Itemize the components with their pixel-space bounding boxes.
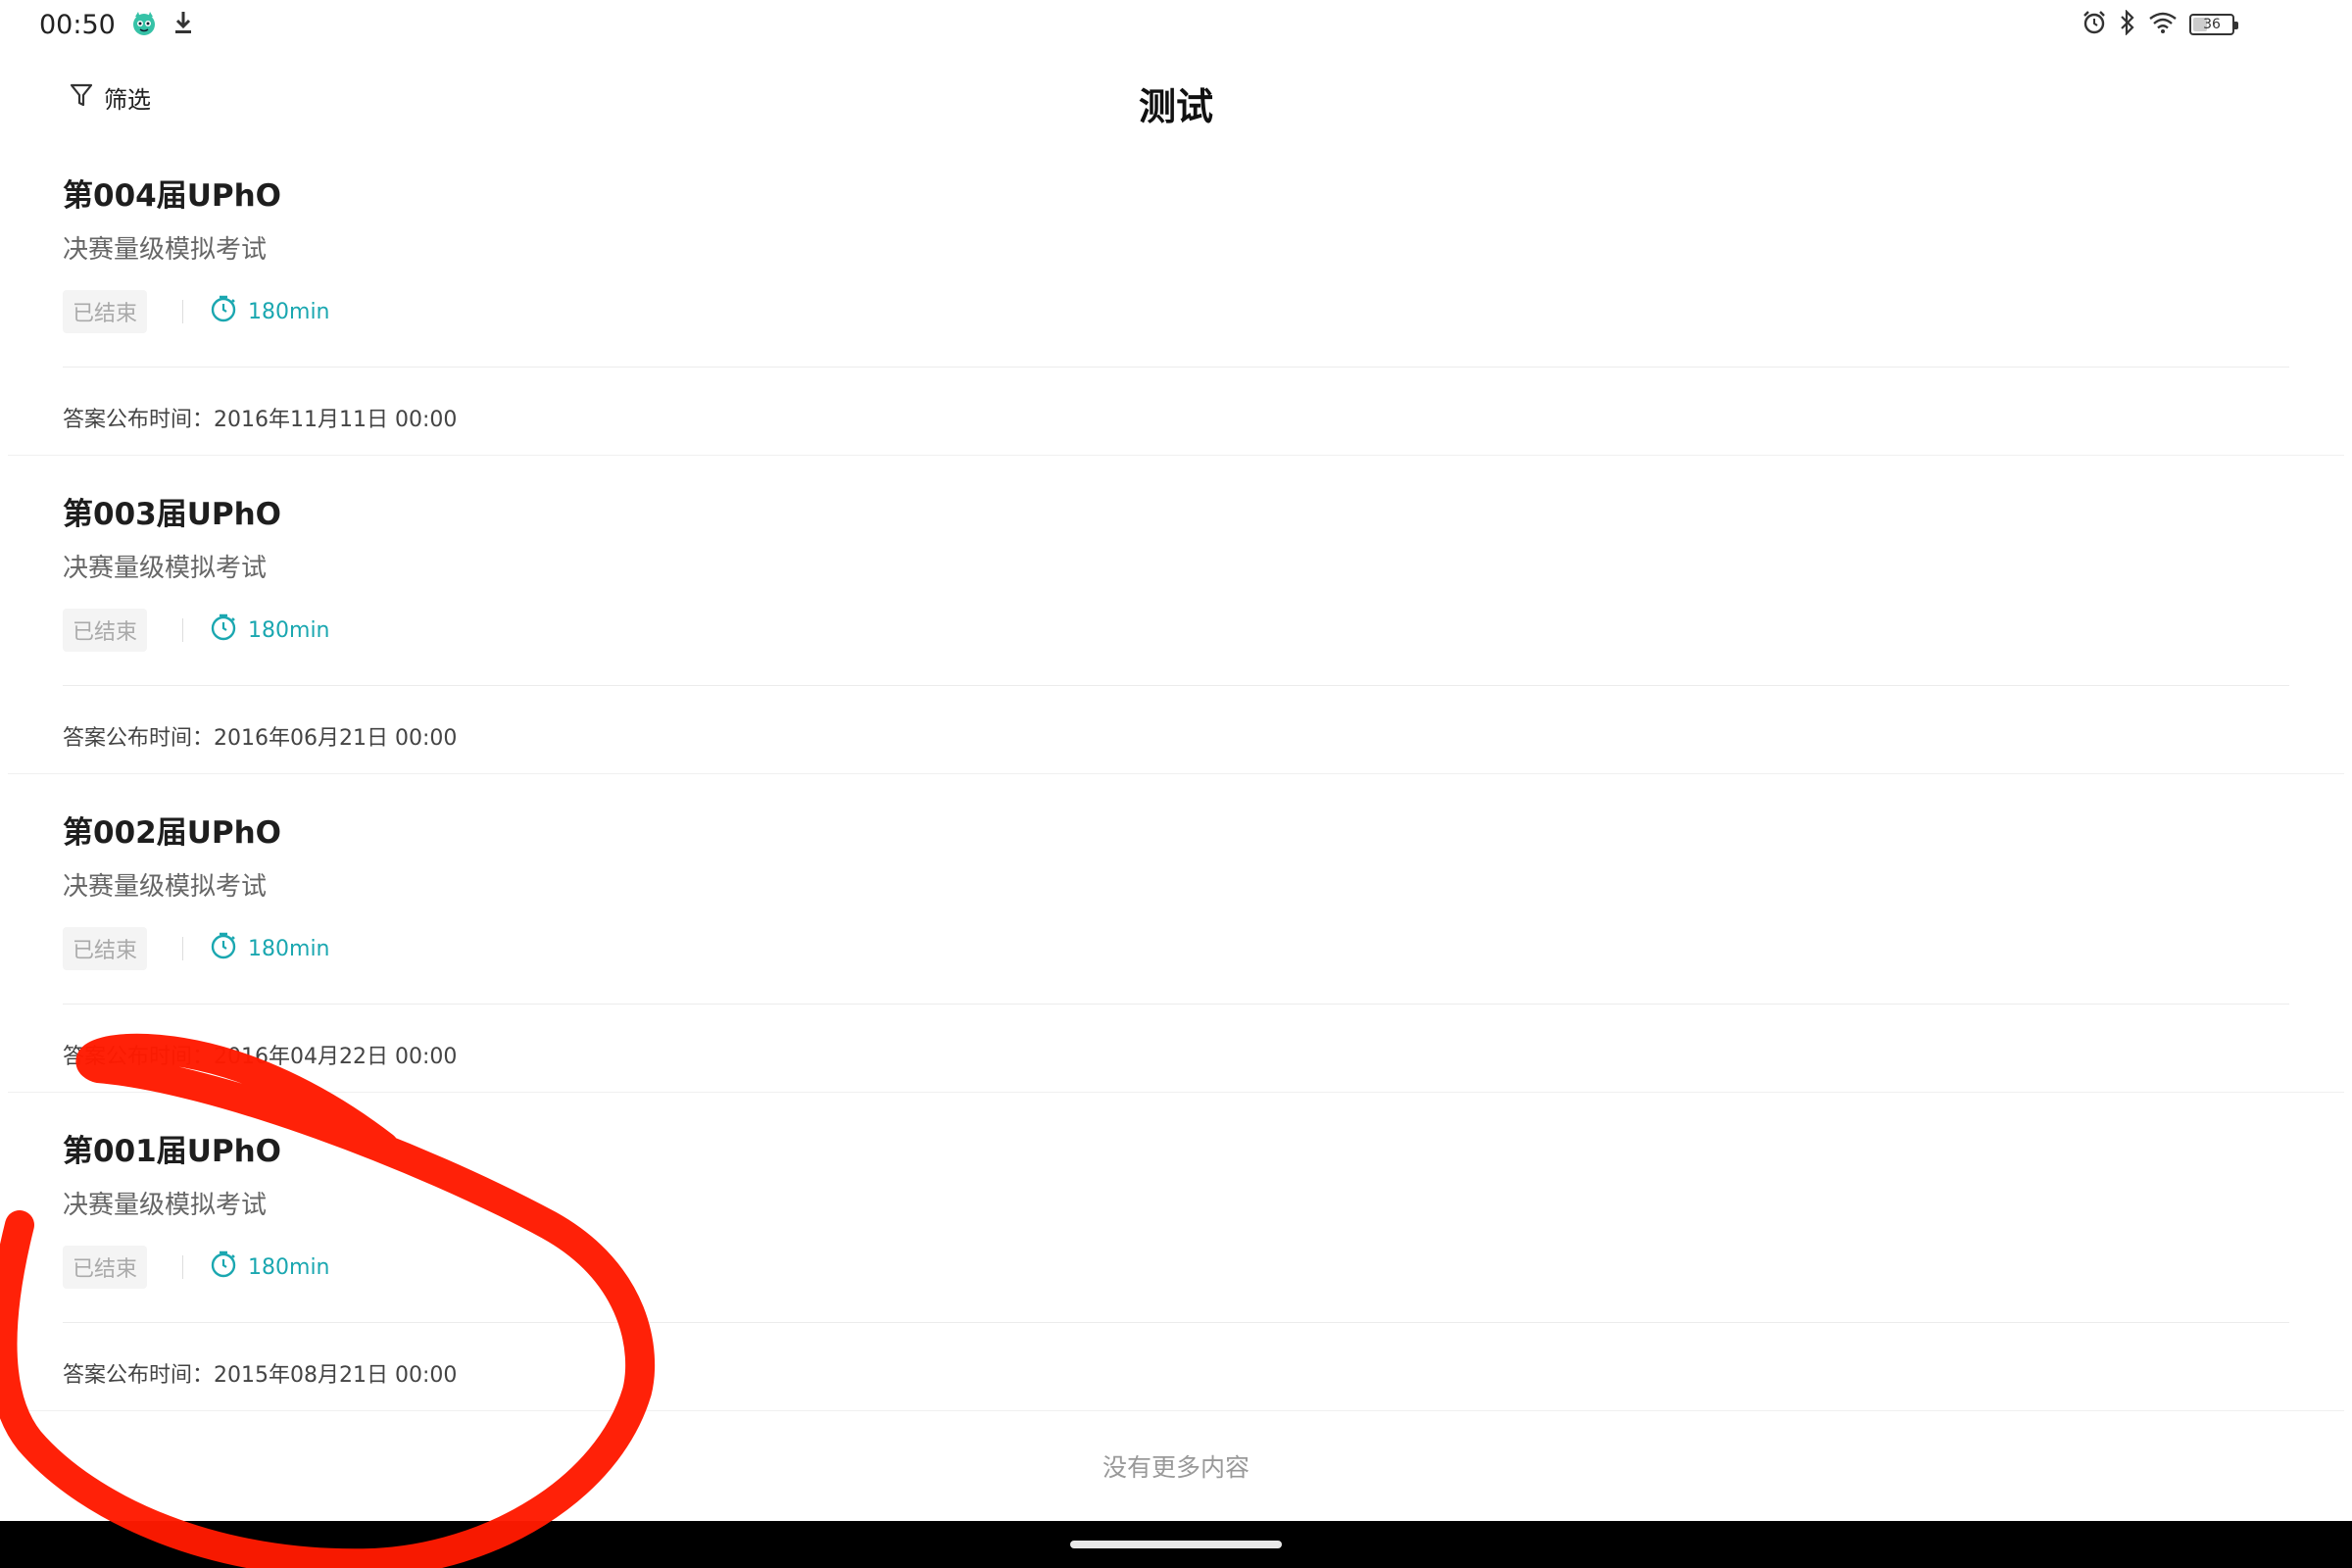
header: 筛选 测试 — [0, 59, 2352, 137]
download-icon — [172, 10, 194, 39]
exam-duration: 180min — [209, 612, 330, 648]
answer-publish-time: 答案公布时间：2016年11月11日 00:00 — [63, 408, 458, 432]
meta-divider — [182, 1255, 184, 1279]
answer-publish-time: 答案公布时间：2015年08月21日 00:00 — [63, 1363, 458, 1388]
duration-text: 180min — [248, 1254, 330, 1280]
status-badge: 已结束 — [63, 1246, 148, 1289]
duration-text: 180min — [248, 936, 330, 961]
card-divider — [63, 685, 2289, 686]
exam-title: 第004届UPhO — [63, 178, 282, 214]
exam-card[interactable]: 第004届UPhO 决赛量级模拟考试 已结束 180min 答案公布时间：201… — [8, 137, 2344, 456]
meta-divider — [182, 937, 184, 960]
alarm-icon — [2082, 10, 2107, 39]
meta-divider — [182, 618, 184, 642]
answer-publish-time: 答案公布时间：2016年04月22日 00:00 — [63, 1045, 458, 1069]
exam-list: 第004届UPhO 决赛量级模拟考试 已结束 180min 答案公布时间：201… — [8, 137, 2344, 1411]
exam-subtitle: 决赛量级模拟考试 — [63, 235, 268, 265]
status-right: 36 — [2082, 9, 2238, 39]
exam-title: 第002届UPhO — [63, 815, 282, 851]
home-indicator[interactable] — [1070, 1541, 1282, 1548]
stopwatch-icon — [209, 612, 238, 648]
meta-divider — [182, 300, 184, 323]
app-mascot-icon — [129, 9, 159, 40]
duration-text: 180min — [248, 617, 330, 643]
exam-meta: 已结束 180min — [63, 609, 330, 652]
exam-card[interactable]: 第002届UPhO 决赛量级模拟考试 已结束 180min 答案公布时间：201… — [8, 774, 2344, 1093]
card-divider — [63, 367, 2289, 368]
stopwatch-icon — [209, 1250, 238, 1285]
exam-duration: 180min — [209, 931, 330, 966]
exam-title: 第001届UPhO — [63, 1134, 282, 1169]
battery-level: 36 — [2203, 17, 2221, 32]
battery-icon: 36 — [2189, 14, 2238, 35]
exam-duration: 180min — [209, 1250, 330, 1285]
stopwatch-icon — [209, 294, 238, 329]
status-badge: 已结束 — [63, 609, 148, 652]
status-left: 00:50 — [39, 9, 194, 40]
duration-text: 180min — [248, 299, 330, 324]
status-bar: 00:50 36 — [0, 0, 2352, 49]
card-divider — [63, 1322, 2289, 1323]
exam-meta: 已结束 180min — [63, 1246, 330, 1289]
exam-card[interactable]: 第001届UPhO 决赛量级模拟考试 已结束 180min 答案公布时间：201… — [8, 1093, 2344, 1411]
bluetooth-icon — [2119, 9, 2136, 39]
navigation-bar — [0, 1521, 2352, 1568]
answer-publish-time: 答案公布时间：2016年06月21日 00:00 — [63, 726, 458, 751]
status-badge: 已结束 — [63, 927, 148, 970]
page-title: 测试 — [1138, 85, 1213, 128]
exam-subtitle: 决赛量级模拟考试 — [63, 554, 268, 583]
exam-card[interactable]: 第003届UPhO 决赛量级模拟考试 已结束 180min 答案公布时间：201… — [8, 456, 2344, 774]
status-badge: 已结束 — [63, 290, 148, 333]
exam-duration: 180min — [209, 294, 330, 329]
stopwatch-icon — [209, 931, 238, 966]
status-time: 00:50 — [39, 9, 116, 40]
exam-meta: 已结束 180min — [63, 927, 330, 970]
list-end-text: 没有更多内容 — [1102, 1453, 1250, 1482]
exam-subtitle: 决赛量级模拟考试 — [63, 872, 268, 902]
exam-title: 第003届UPhO — [63, 497, 282, 532]
exam-subtitle: 决赛量级模拟考试 — [63, 1191, 268, 1220]
wifi-icon — [2148, 11, 2178, 38]
exam-meta: 已结束 180min — [63, 290, 330, 333]
